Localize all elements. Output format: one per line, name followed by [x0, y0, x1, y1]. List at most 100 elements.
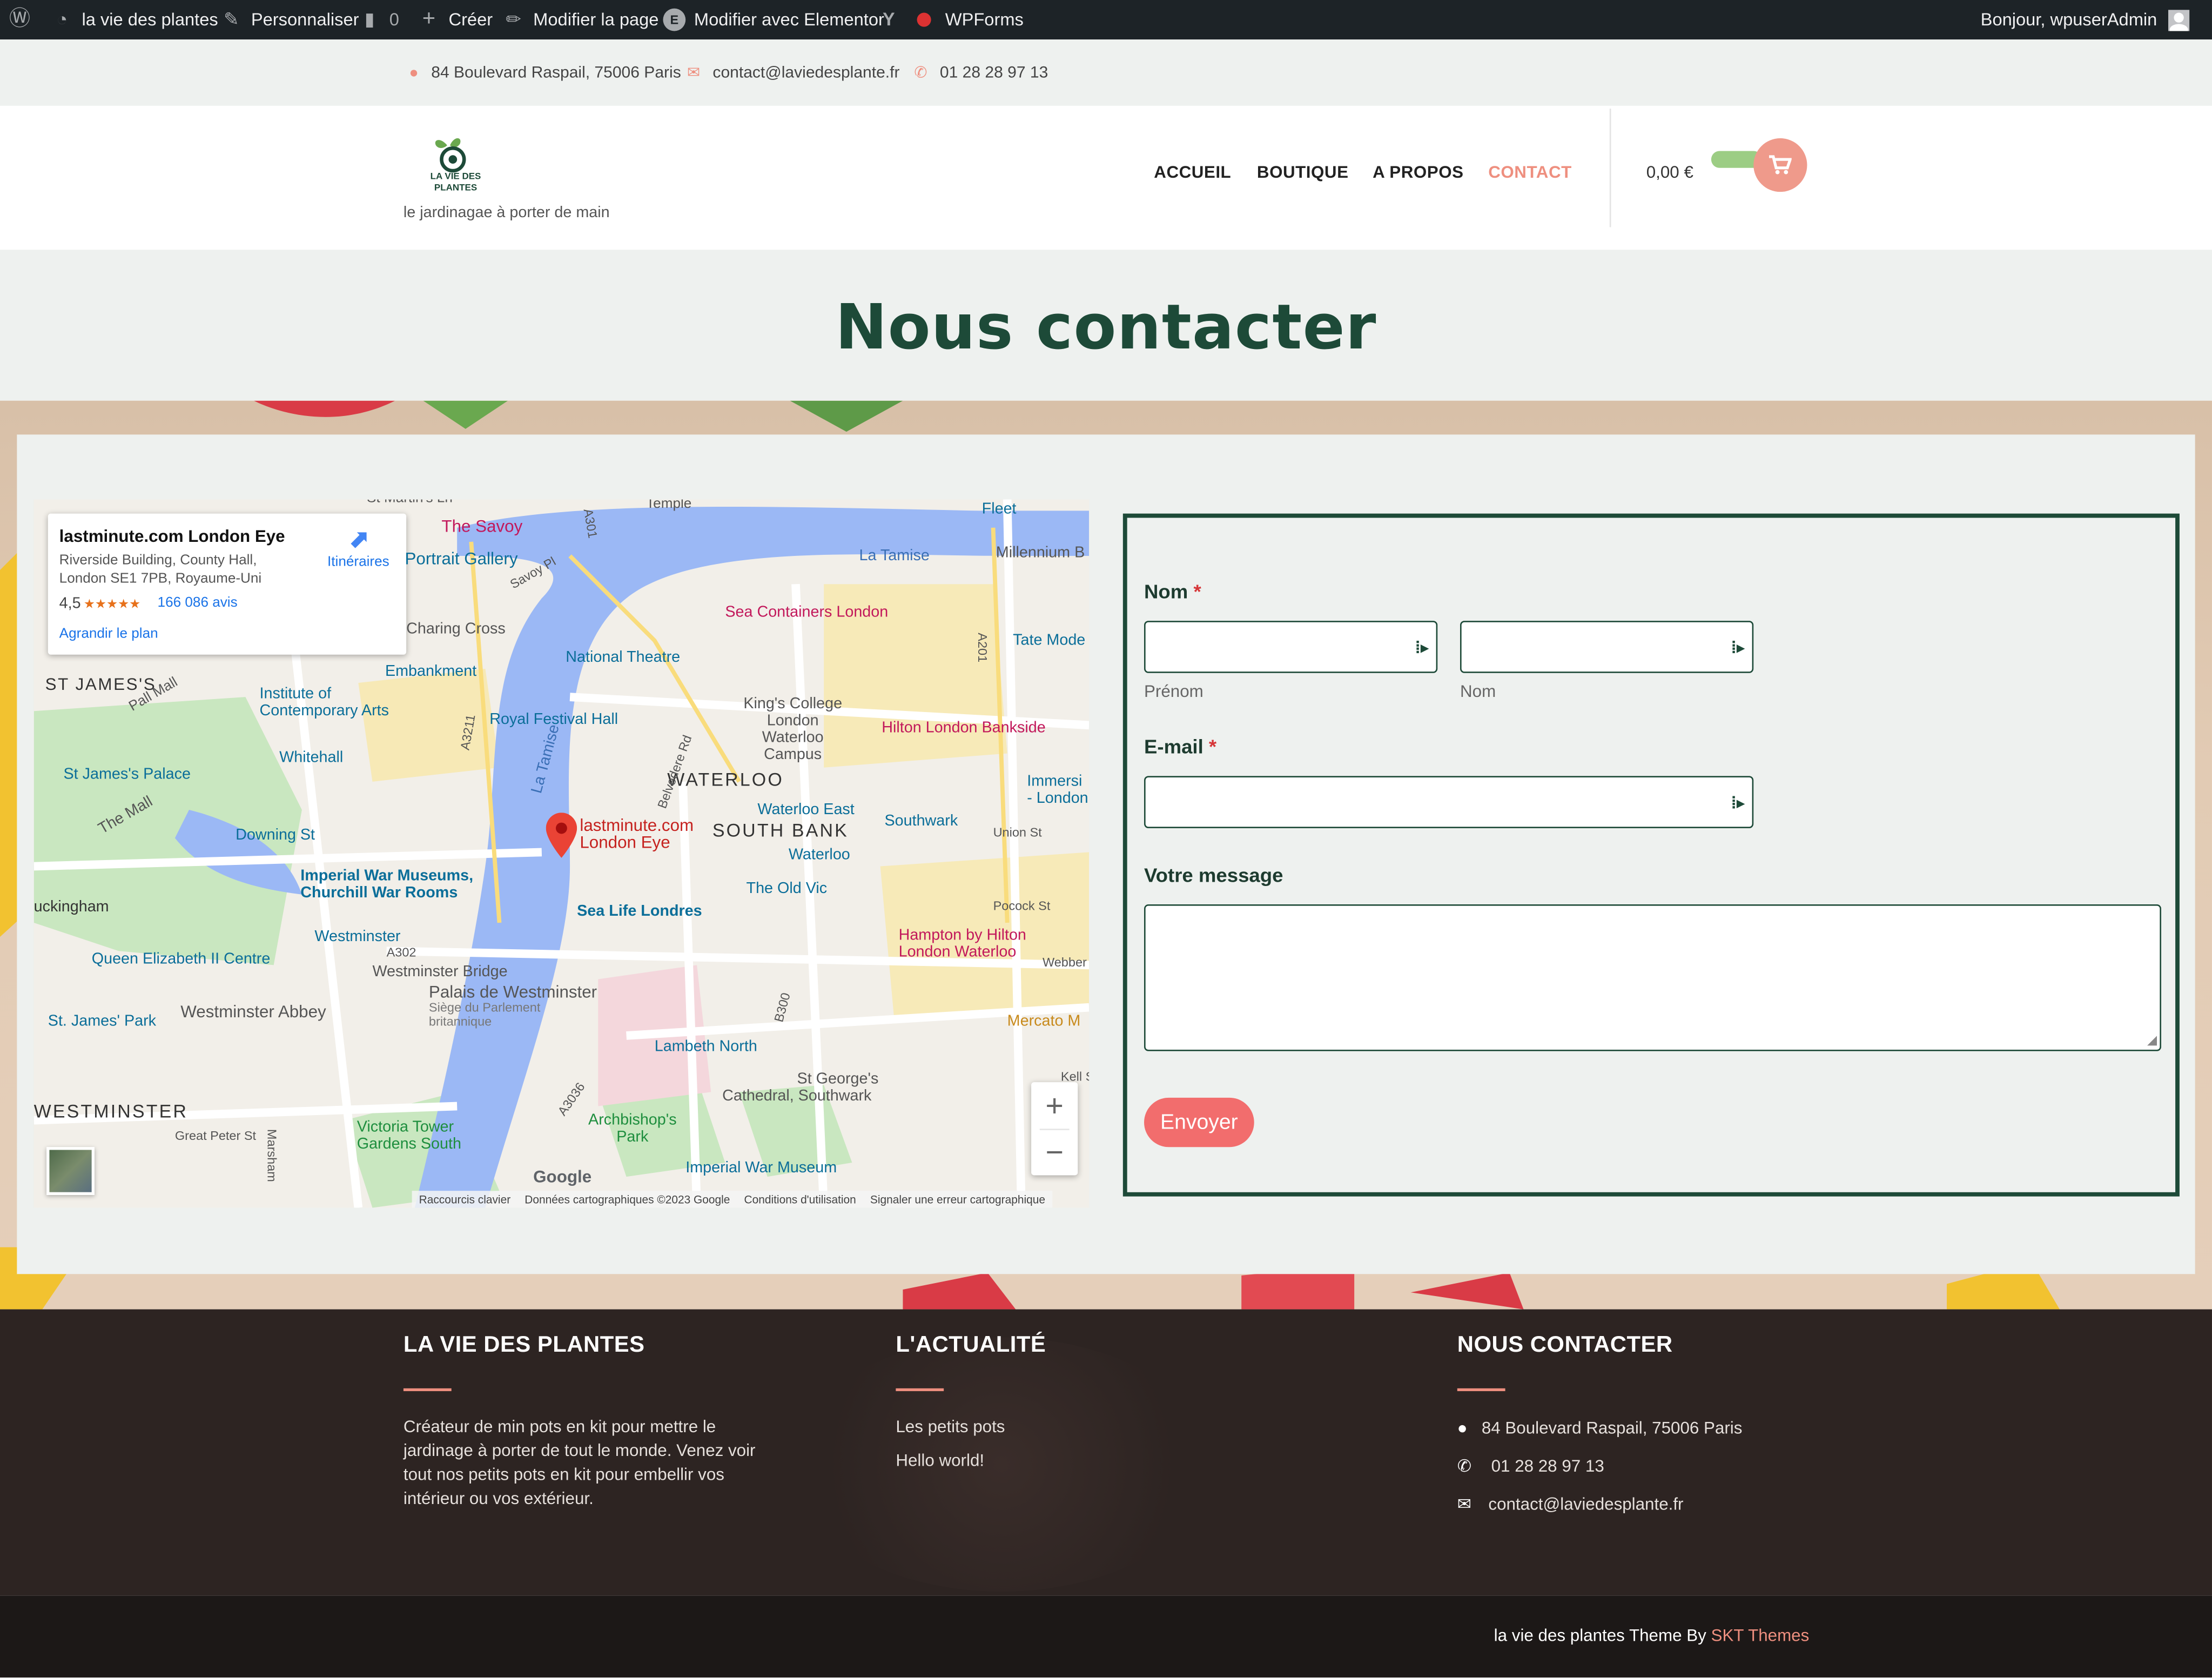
map-label-archbishop: Archbishop's Park — [588, 1111, 677, 1146]
zoom-in-button[interactable]: + — [1031, 1082, 1078, 1129]
message-textarea[interactable]: ◢ — [1144, 904, 2161, 1051]
footer-col3-title: NOUS CONTACTER — [1457, 1333, 1673, 1358]
map-label-victoria: Victoria Tower Gardens South — [357, 1118, 461, 1153]
map-label: Waterloo East — [757, 801, 855, 818]
site-logo[interactable]: LA VIE DES PLANTES — [423, 131, 485, 193]
footer-email[interactable]: ✉ contact@laviedesplante.fr — [1457, 1493, 1684, 1516]
map-attribution: Raccourcis clavier Données cartographiqu… — [412, 1191, 1053, 1208]
map-label: Millennium B — [996, 545, 1085, 562]
site-tagline: le jardinagae à porter de main — [403, 204, 610, 222]
zoom-out-button[interactable]: − — [1031, 1129, 1078, 1175]
enlarge-map-link[interactable]: Agrandir le plan — [59, 627, 158, 642]
map-label-parliament: Siège du Parlement britannique — [428, 1000, 541, 1029]
map-label: Temple — [646, 499, 692, 513]
map-label: Westminster Abbey — [180, 1002, 326, 1022]
contact-form: Nom * ⁞▸ Prénom ⁞▸ Nom E-mail * ⁞▸ Votre… — [1122, 513, 2180, 1197]
map-label: St Martin's Ln — [367, 500, 453, 507]
admin-edit-page[interactable]: ✏ Modifier la page — [502, 0, 658, 39]
map-label: Fleet — [981, 501, 1017, 518]
footer-col1-underline — [403, 1388, 452, 1392]
footer-col2-title: L'ACTUALITÉ — [896, 1333, 1046, 1358]
topbar-phone[interactable]: ✆ 01 28 28 97 13 — [914, 39, 1048, 106]
map-label: Mercato M — [1007, 1013, 1081, 1030]
comment-icon: ▮ — [364, 8, 375, 30]
map-label: Westminster Bridge — [372, 963, 508, 981]
admin-account[interactable]: Bonjour, wpuserAdmin — [1981, 0, 2190, 39]
map-label: Palais de Westminster — [428, 982, 597, 1002]
map-label: SOUTH BANK — [712, 820, 849, 841]
first-name-input[interactable]: ⁞▸ — [1144, 621, 1438, 673]
footer-col3-underline — [1457, 1388, 1505, 1392]
nav-accueil[interactable]: ACCUEIL — [1154, 162, 1231, 182]
map-label: The Old Vic — [746, 880, 828, 897]
map-label: Whitehall — [279, 749, 344, 767]
map-label: Embankment — [385, 663, 477, 680]
admin-new[interactable]: + Créer — [418, 0, 493, 39]
page-hero: Nous contacter — [0, 250, 2212, 401]
rating-stars: ★★★★★ — [83, 596, 141, 611]
map-label: Cathedral, Southwark — [722, 1088, 872, 1105]
cart-total[interactable]: 0,00 € — [1646, 162, 1693, 182]
map-label: WESTMINSTER — [33, 1100, 189, 1122]
map-label: Queen Elizabeth II Centre — [91, 951, 271, 968]
topbar-email[interactable]: ✉ contact@laviedesplante.fr — [687, 39, 900, 106]
keyboard-shortcuts-link[interactable]: Raccourcis clavier — [419, 1193, 511, 1206]
map-label: Imperial War Museum — [685, 1159, 837, 1177]
cart-button[interactable] — [1753, 138, 1807, 192]
site-header: LA VIE DES PLANTES le jardinagae à porte… — [0, 105, 2212, 250]
yoast-icon: Y — [882, 8, 895, 30]
map-label-iwm: Imperial War Museums, Churchill War Rooms — [300, 868, 474, 902]
map-label: The Savoy — [441, 516, 523, 536]
map-label: Lambeth North — [654, 1038, 757, 1056]
admin-comments[interactable]: ▮ 0 — [358, 0, 399, 39]
admin-customize[interactable]: ✎ Personnaliser — [220, 0, 359, 39]
report-error-link[interactable]: Signaler une erreur cartographique — [870, 1193, 1045, 1206]
nav-contact[interactable]: CONTACT — [1488, 162, 1572, 182]
wordpress-logo-icon[interactable]: Ⓦ — [9, 0, 31, 39]
map-label: Contemporary Arts — [259, 702, 389, 720]
footer-bg-flower — [790, 1337, 1213, 1592]
map-label: Downing St — [236, 827, 315, 844]
last-name-input[interactable]: ⁞▸ — [1460, 621, 1754, 673]
satellite-toggle[interactable] — [46, 1147, 95, 1196]
admin-wpforms[interactable]: WPForms — [945, 0, 1024, 39]
footer-col2-underline — [896, 1388, 944, 1392]
map-label: A201 — [975, 633, 990, 663]
resize-handle-icon[interactable]: ◢ — [2147, 1033, 2157, 1049]
reviews-link[interactable]: 166 086 avis — [158, 595, 238, 612]
email-label: E-mail * — [1144, 735, 1217, 758]
footer-post-link[interactable]: Les petits pots — [896, 1415, 1005, 1439]
nav-a-propos[interactable]: A PROPOS — [1373, 162, 1463, 182]
pencil-icon: ✏ — [506, 8, 521, 30]
map-label: A302 — [386, 945, 416, 959]
admin-bar: Ⓦ ◔ la vie des plantes ✎ Personnaliser ▮ 0 … — [0, 0, 2212, 40]
email-input[interactable]: ⁞▸ — [1144, 776, 1754, 829]
place-address: Riverside Building, County Hall, London … — [59, 553, 262, 587]
map-label: Sea Life Londres — [577, 903, 702, 920]
directions-button[interactable]: ⬈ Itinéraires — [316, 525, 401, 570]
footer-post-link[interactable]: Hello world! — [896, 1449, 984, 1473]
map-label: Sea Containers London — [725, 603, 889, 621]
last-name-sublabel: Nom — [1460, 681, 1496, 701]
google-map[interactable]: lastminute.com London Eye Riverside Buil… — [33, 499, 1090, 1208]
admin-edit-elementor[interactable]: E Modifier avec Elementor — [663, 0, 884, 39]
map-label: Hilton London Bankside — [882, 719, 1046, 737]
map-pin[interactable] — [546, 813, 577, 865]
map-label-hampton: Hampton by Hilton London Waterloo — [898, 927, 1026, 961]
terms-link[interactable]: Conditions d'utilisation — [744, 1193, 856, 1206]
brush-icon: ✎ — [224, 8, 239, 30]
first-name-sublabel: Prénom — [1144, 681, 1204, 701]
footer-phone[interactable]: ✆ 01 28 28 97 13 — [1457, 1455, 1604, 1479]
admin-site-name[interactable]: ◔ la vie des plantes — [51, 0, 218, 39]
nav-boutique[interactable]: BOUTIQUE — [1257, 162, 1349, 182]
site-footer — [0, 1309, 2212, 1596]
map-marker-icon — [546, 813, 577, 858]
map-pin-icon: ● — [1457, 1418, 1468, 1438]
map-label: Tate Mode — [1013, 632, 1086, 649]
submit-button[interactable]: Envoyer — [1144, 1097, 1254, 1147]
admin-yoast[interactable]: Y — [877, 0, 931, 39]
elementor-icon: E — [663, 8, 686, 31]
page-title: Nous contacter — [835, 292, 1377, 364]
dashboard-icon: ◔ — [56, 8, 68, 30]
skt-themes-link[interactable]: SKT Themes — [1711, 1626, 1810, 1646]
